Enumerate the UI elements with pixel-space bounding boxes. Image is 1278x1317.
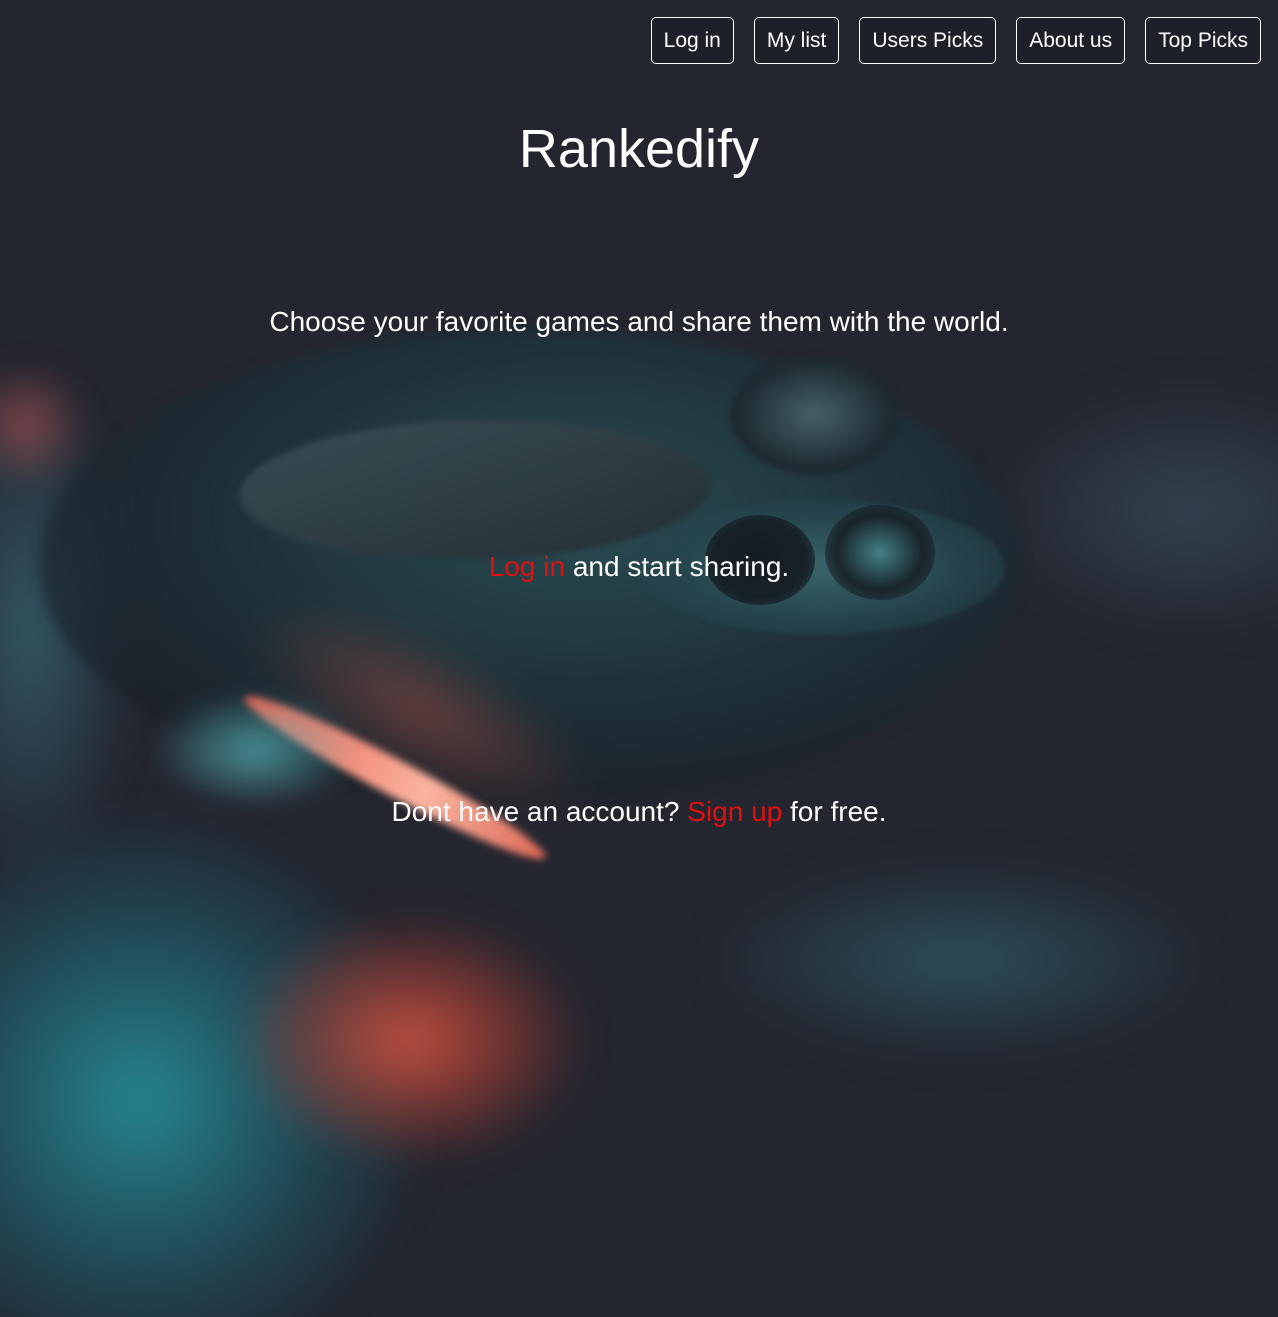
page-title: Rankedify	[518, 119, 760, 179]
nav-top-picks-button[interactable]: Top Picks	[1145, 17, 1261, 64]
signup-suffix-text: for free.	[782, 796, 887, 827]
background-controller-image	[0, 0, 1278, 1317]
login-prompt: Log in and start sharing.	[0, 549, 1278, 585]
nav-my-list-button[interactable]: My list	[753, 17, 840, 64]
signup-prefix-text: Dont have an account?	[391, 796, 688, 827]
nav-about-us-button[interactable]: About us	[1016, 17, 1126, 64]
signup-link[interactable]: Sign up	[687, 796, 782, 827]
tagline: Choose your favorite games and share the…	[269, 306, 1009, 337]
login-link[interactable]: Log in	[489, 551, 565, 582]
nav-login-button[interactable]: Log in	[650, 17, 734, 64]
login-suffix-text: and start sharing.	[565, 551, 790, 582]
top-nav: Log in My list Users Picks About us Top …	[650, 17, 1261, 64]
nav-users-picks-button[interactable]: Users Picks	[859, 17, 997, 64]
signup-prompt: Dont have an account? Sign up for free.	[0, 794, 1278, 830]
landing-page: Log in My list Users Picks About us Top …	[0, 0, 1278, 1317]
